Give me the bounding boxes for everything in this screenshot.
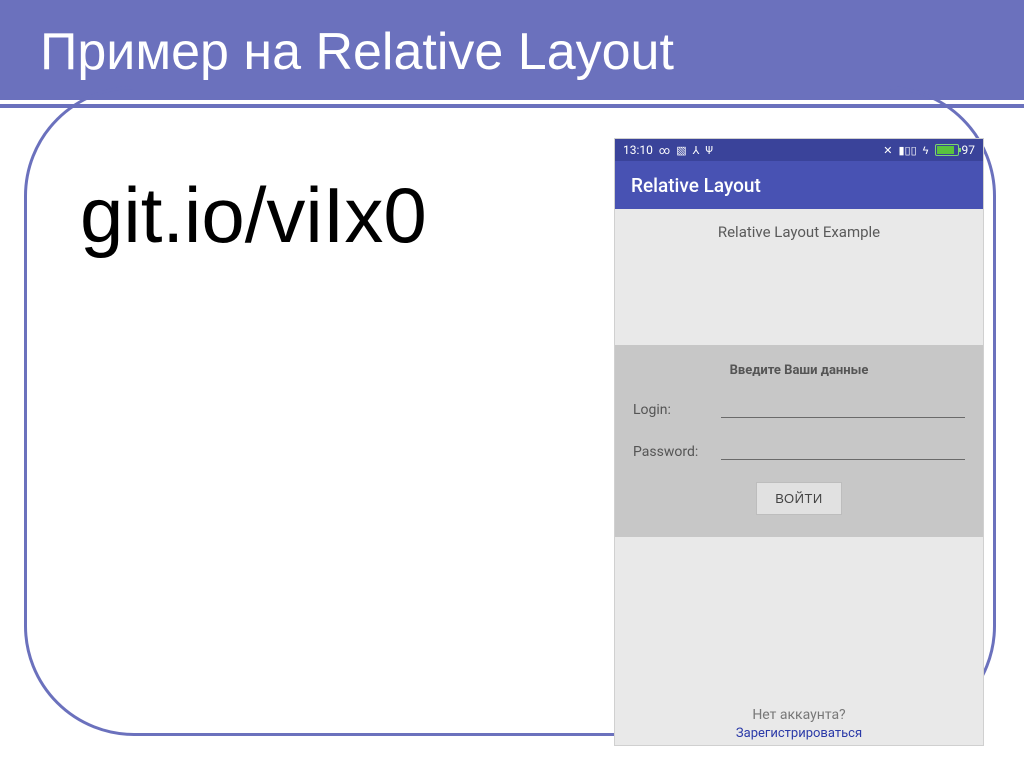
share-icon: ⅄ xyxy=(693,144,700,157)
app-content: Relative Layout Example Введите Ваши дан… xyxy=(615,209,983,745)
app-subtitle: Relative Layout Example xyxy=(615,209,983,249)
battery-level: 97 xyxy=(962,143,976,157)
charging-icon: ϟ xyxy=(923,144,929,157)
image-icon: ▧ xyxy=(676,144,686,157)
form-heading: Введите Ваши данные xyxy=(633,363,965,378)
shortlink-text: git.io/viIx0 xyxy=(80,170,427,261)
password-label: Password: xyxy=(633,444,713,460)
password-row: Password: xyxy=(633,440,965,460)
phone-mockup: 13:10 ∞ ▧ ⅄ Ψ ✕ ▮▯▯ ϟ 97 Relative Layout… xyxy=(614,138,984,746)
app-bar-title: Relative Layout xyxy=(631,174,761,197)
infinity-icon: ∞ xyxy=(659,144,670,157)
login-row: Login: xyxy=(633,398,965,418)
mute-icon: ✕ xyxy=(883,144,892,157)
battery-indicator: 97 xyxy=(935,143,976,157)
signal-icon: ▮▯▯ xyxy=(899,144,917,157)
register-link[interactable]: Зарегистрироваться xyxy=(615,726,983,741)
status-bar: 13:10 ∞ ▧ ⅄ Ψ ✕ ▮▯▯ ϟ 97 xyxy=(615,139,983,161)
slide-title: Пример на Relative Layout xyxy=(40,22,674,82)
usb-icon: Ψ xyxy=(705,144,713,157)
password-input[interactable] xyxy=(721,440,965,460)
status-time: 13:10 xyxy=(623,143,653,157)
app-bar: Relative Layout xyxy=(615,161,983,209)
login-form-panel: Введите Ваши данные Login: Password: ВОЙ… xyxy=(615,345,983,537)
login-input[interactable] xyxy=(721,398,965,418)
submit-button[interactable]: ВОЙТИ xyxy=(756,482,841,515)
login-label: Login: xyxy=(633,402,713,418)
no-account-text: Нет аккаунта? xyxy=(615,707,983,723)
